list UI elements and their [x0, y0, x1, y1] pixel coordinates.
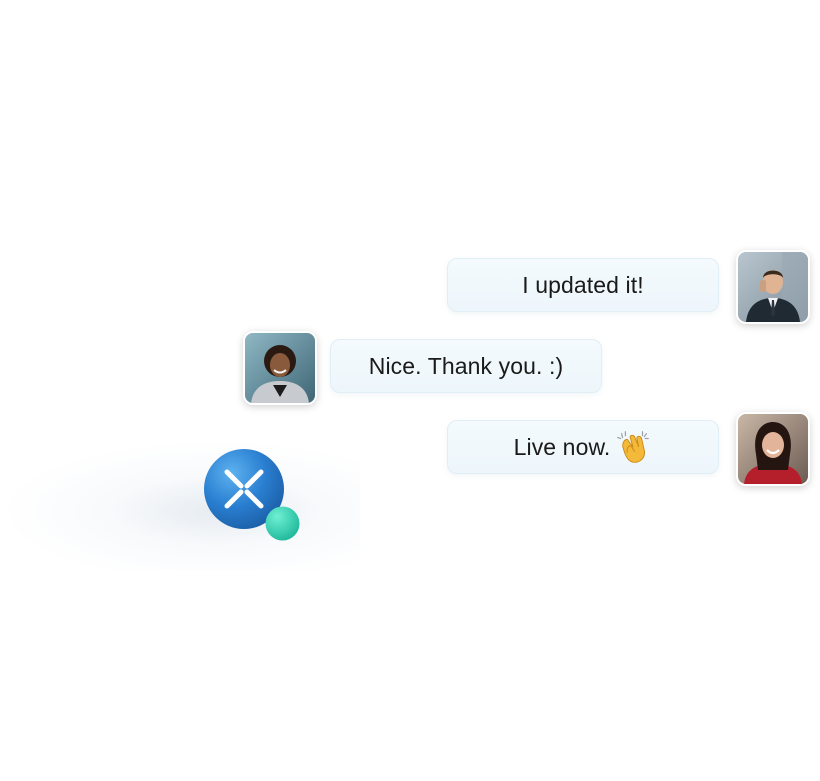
- message-bubble-3: Live now.: [447, 420, 719, 474]
- message-bubble-1: I updated it!: [447, 258, 719, 312]
- message-text-3: Live now.: [513, 433, 611, 460]
- woman-curly-hair-avatar: [243, 331, 317, 405]
- logo-shadow: [0, 440, 360, 570]
- teal-dot-icon: [265, 506, 300, 541]
- message-text-1: I updated it!: [522, 271, 644, 298]
- businessman-avatar: [736, 250, 810, 324]
- message-bubble-2: Nice. Thank you. :): [330, 339, 602, 393]
- woman-smiling-avatar: [736, 412, 810, 486]
- clapping-hands-icon: [614, 428, 652, 466]
- message-text-2: Nice. Thank you. :): [368, 352, 564, 379]
- chat-illustration: I updated it! Nice. Thank you.:) Live n…: [0, 0, 820, 781]
